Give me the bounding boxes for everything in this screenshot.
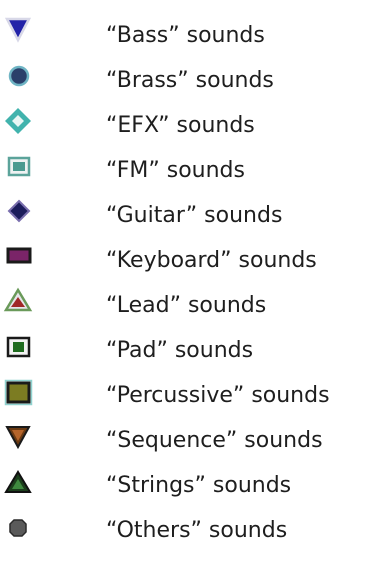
legend-item-pad: “Pad” sounds (0, 331, 377, 371)
brown-down-triangle-icon (0, 421, 36, 461)
blue-circle-icon (0, 61, 36, 101)
legend-item-label: “Guitar” sounds (106, 203, 283, 228)
legend-item-label: “Pad” sounds (106, 338, 254, 363)
green-square-icon (0, 331, 36, 371)
legend-item-label: “Lead” sounds (106, 293, 267, 318)
legend-item-bass: “Bass” sounds (0, 16, 377, 56)
olive-square-icon (0, 376, 36, 416)
legend-item-sequence: “Sequence” sounds (0, 421, 377, 461)
legend-item-label: “EFX” sounds (106, 113, 255, 138)
teal-diamond-icon (0, 106, 36, 146)
legend-item-brass: “Brass” sounds (0, 61, 377, 101)
legend-item-guitar: “Guitar” sounds (0, 196, 377, 236)
gray-octagon-icon (0, 511, 36, 551)
teal-square-icon (0, 151, 36, 191)
legend-item-label: “Keyboard” sounds (106, 248, 317, 273)
red-up-triangle-icon (0, 286, 36, 326)
legend-item-label: “FM” sounds (106, 158, 245, 183)
legend-item-label: “Strings” sounds (106, 473, 292, 498)
legend-item-label: “Sequence” sounds (106, 428, 323, 453)
legend-item-efx: “EFX” sounds (0, 106, 377, 146)
legend-item-label: “Others” sounds (106, 518, 288, 543)
legend-item-label: “Brass” sounds (106, 68, 274, 93)
legend-item-keyboard: “Keyboard” sounds (0, 241, 377, 281)
sound-category-legend: “Bass” sounds “Brass” sounds “EFX” sound… (0, 0, 377, 588)
legend-item-lead: “Lead” sounds (0, 286, 377, 326)
legend-item-fm: “FM” sounds (0, 151, 377, 191)
legend-item-label: “Bass” sounds (106, 23, 265, 48)
darkgreen-up-triangle-icon (0, 466, 36, 506)
blue-down-triangle-icon (0, 16, 36, 56)
legend-item-percussive: “Percussive” sounds (0, 376, 377, 416)
purple-rectangle-icon (0, 241, 36, 281)
legend-item-strings: “Strings” sounds (0, 466, 377, 506)
navy-diamond-icon (0, 196, 36, 236)
legend-item-others: “Others” sounds (0, 511, 377, 551)
legend-item-label: “Percussive” sounds (106, 383, 330, 408)
